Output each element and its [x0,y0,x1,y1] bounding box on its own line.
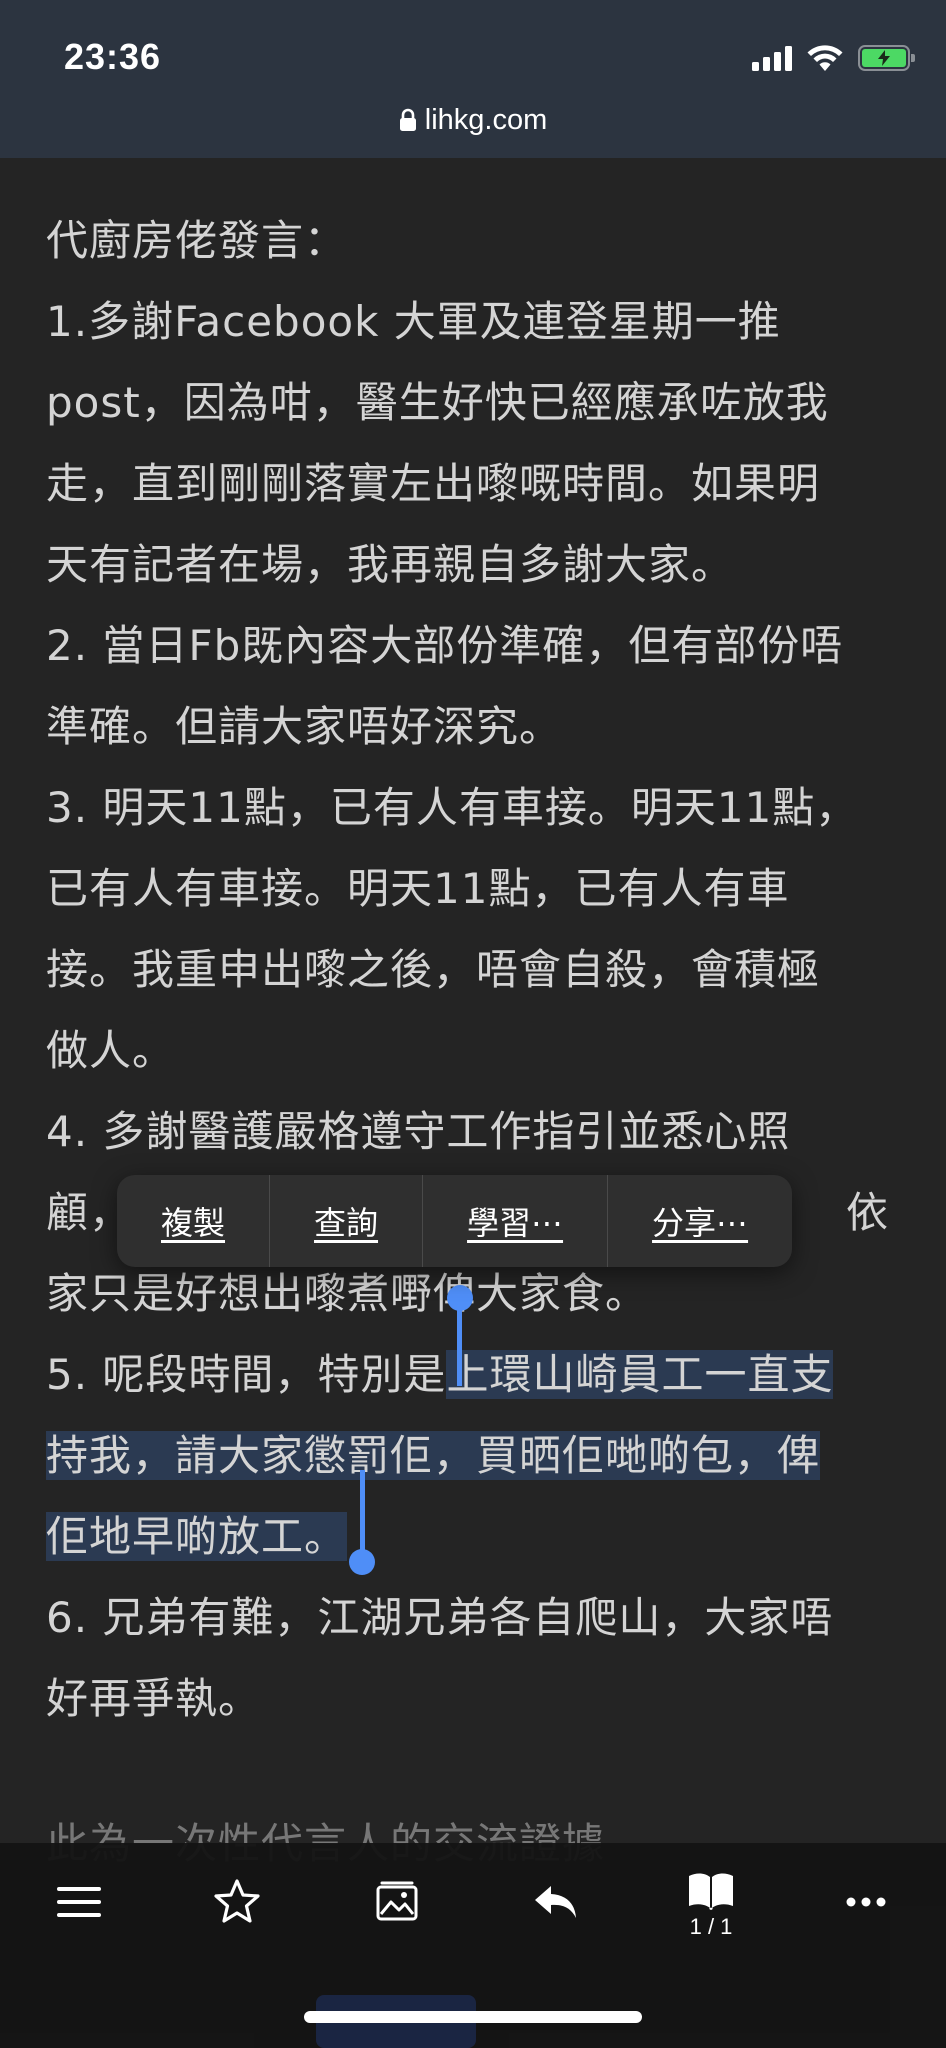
text-line[interactable]: 4. 多謝醫護嚴格遵守工作指引並悉心照 [46,1091,906,1172]
text-line[interactable]: 2. 當日Fb既內容大部份準確，但有部份唔 [46,605,906,686]
text-line[interactable]: 6. 兄弟有難，江湖兄弟各自爬山，大家唔 [46,1577,906,1658]
hamburger-icon [57,1887,101,1917]
text-line[interactable]: 5. 呢段時間，特別是上環山崎員工一直支 [46,1334,906,1415]
selection-end-stem [360,1470,365,1558]
menu-item-share[interactable]: 分享⋯ [608,1175,792,1267]
tabs-counter: 1 / 1 [689,1914,733,1939]
text-line[interactable]: 準確。但請大家唔好深究。 [46,686,906,767]
text-line-end[interactable]: 依 [846,1172,889,1253]
text-line[interactable]: 3. 明天11點，已有人有車接。明天11點， [46,767,906,848]
cellular-signal-icon [752,45,792,71]
article-body: 代廚房佬發言： 1.多謝Facebook 大軍及連登星期一推 post，因為咁，… [46,200,906,1739]
text-line-selected[interactable]: 佢地早啲放工。 [46,1496,906,1577]
text-selected[interactable]: 持我，請大家懲罰佢，買晒佢哋啲包，俾 [46,1431,821,1480]
text-line[interactable]: 1.多謝Facebook 大軍及連登星期一推 [46,281,906,362]
bookmark-button[interactable] [202,1862,272,1942]
star-icon [214,1879,260,1923]
text-line-selected[interactable]: 持我，請大家懲罰佢，買晒佢哋啲包，俾 [46,1415,906,1496]
text-context-menu: 複製 查詢 學習⋯ 分享⋯ [117,1175,793,1267]
lock-icon [399,108,416,131]
status-time: 23:36 [64,36,162,77]
selection-end-handle[interactable] [349,1549,375,1575]
text-line[interactable]: 走，直到剛剛落實左出嚟嘅時間。如果明 [46,443,906,524]
image-gallery-icon [376,1881,418,1921]
text-line[interactable]: 代廚房佬發言： [46,200,906,281]
text-line[interactable]: post，因為咁，醫生好快已經應承咗放我 [46,362,906,443]
text-line[interactable]: 做人。 [46,1010,906,1091]
menu-item-learn[interactable]: 學習⋯ [423,1175,609,1267]
back-button[interactable] [520,1862,590,1942]
text-selected[interactable]: 佢地早啲放工。 [46,1512,348,1561]
selection-start-stem [457,1300,462,1386]
text-line[interactable]: 天有記者在場，我再親自多謝大家。 [46,524,906,605]
menu-button[interactable] [44,1862,114,1942]
reply-arrow-icon [535,1886,576,1918]
more-button[interactable] [831,1862,901,1942]
battery-charging-icon [858,45,915,71]
menu-item-copy[interactable]: 複製 [117,1175,271,1267]
text-selected[interactable]: 上環山崎員工一直支 [446,1350,834,1399]
url-text[interactable]: lihkg.com [425,104,548,137]
text-unselected[interactable]: 5. 呢段時間，特別是 [46,1350,446,1399]
status-icons [752,40,915,76]
images-button[interactable] [362,1862,432,1942]
text-line[interactable]: 好再爭執。 [46,1658,906,1739]
open-book-icon [689,1873,733,1910]
address-bar[interactable]: lihkg.com [0,100,946,140]
home-indicator[interactable] [304,2011,642,2023]
top-bar: 23:36 lihkg.com [0,0,946,158]
wifi-icon [807,45,843,71]
text-line[interactable]: 已有人有車接。明天11點，已有人有車 [46,848,906,929]
more-dots-icon [846,1897,886,1907]
text-line[interactable]: 接。我重申出嚟之後，唔會自殺，會積極 [46,929,906,1010]
menu-item-lookup[interactable]: 查詢 [270,1175,424,1267]
